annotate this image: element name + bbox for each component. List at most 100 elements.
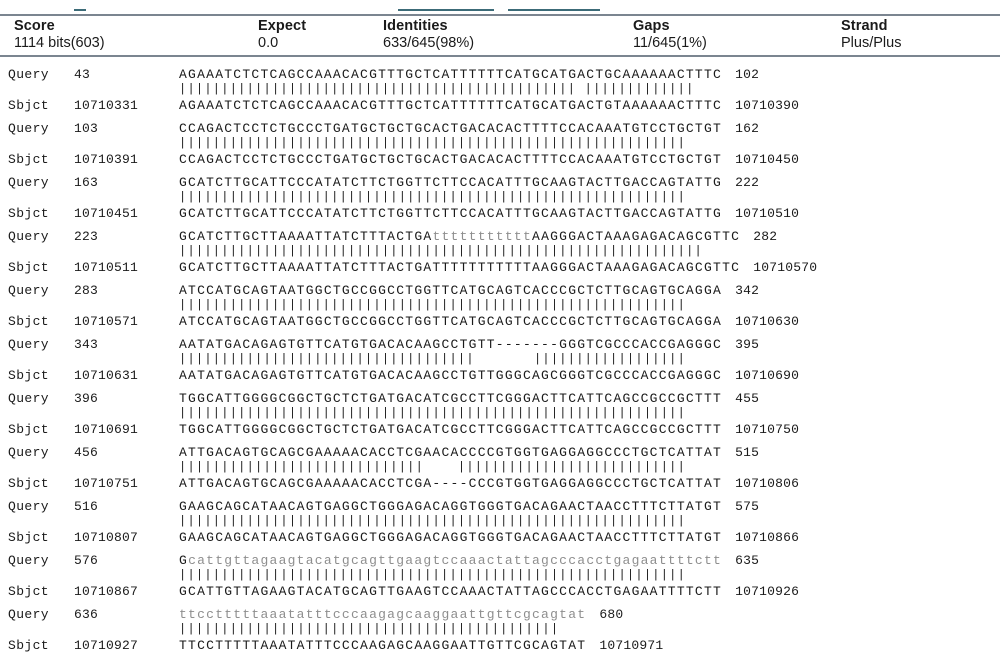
subject-start-position: 10710391	[74, 152, 139, 167]
alignment-block: Query 576 Gcattgttagaagtacatgcagttgaagtcca…	[8, 552, 1000, 601]
subject-end-position: 10710806	[735, 476, 800, 491]
stats-header-identities: Identities	[383, 18, 448, 34]
query-end-position: 635	[735, 553, 760, 568]
subject-label: Sbjct	[8, 530, 50, 545]
blast-alignment-page: Score Expect Identities Gaps Strand 1114…	[0, 0, 1000, 666]
query-label: Query	[8, 607, 50, 622]
query-start-position: 576	[74, 553, 99, 568]
alignment-block: Query 163 GCATCTTGCATTCCCATATCTTCTGGTTCTTC…	[8, 174, 1000, 223]
subject-sequence: TGGCATTGGGGCGGCTGCTCTGATGACATCGCCTTCGGGA…	[179, 422, 723, 437]
query-end-position: 282	[753, 229, 778, 244]
query-start-position: 283	[74, 283, 99, 298]
stats-header-expect: Expect	[258, 18, 307, 34]
subject-line: Sbjct 10710391 CCAGACTCCTCTGCCCTGATGCTGCTG…	[8, 151, 1000, 169]
query-start-position: 43	[74, 67, 91, 82]
query-end-position: 455	[735, 391, 760, 406]
subject-start-position: 10710631	[74, 368, 139, 383]
match-midline: ||||||||||||||||||||||||||||||||||||||||…	[8, 406, 1000, 421]
stats-value-row: 1114 bits(603) 0.0 633/645(98%) 11/645(1…	[0, 35, 1000, 52]
subject-line: Sbjct 10710691 TGGCATTGGGGCGGCTGCTCTGATGAC…	[8, 421, 1000, 439]
midline-bars: ||||||||||||||||||||||||||||||||||||||||…	[179, 190, 687, 204]
alignment-stats-table: Score Expect Identities Gaps Strand 1114…	[0, 14, 1000, 57]
query-start-position: 343	[74, 337, 99, 352]
query-start-position: 456	[74, 445, 99, 460]
query-label: Query	[8, 67, 50, 82]
subject-label: Sbjct	[8, 638, 50, 653]
subject-label: Sbjct	[8, 260, 50, 275]
subject-end-position: 10710926	[735, 584, 800, 599]
query-start-position: 223	[74, 229, 99, 244]
masked-sequence-region: ttttttttttt	[432, 229, 533, 244]
query-label: Query	[8, 391, 50, 406]
subject-end-position: 10710570	[753, 260, 818, 275]
query-end-position: 342	[735, 283, 760, 298]
query-start-position: 163	[74, 175, 99, 190]
midline-bars: ||||||||||||||||||||||||||||||||||||||||…	[179, 298, 687, 312]
subject-label: Sbjct	[8, 98, 50, 113]
link-stub-middle[interactable]	[398, 9, 494, 11]
link-stub-left[interactable]	[74, 9, 86, 11]
alignment-blocks: Query 43 AGAAATCTCTCAGCCAAACACGTTTGCTCATTT…	[0, 64, 1000, 655]
subject-line: Sbjct 10710807 GAAGCAGCATAACAGTGAGGCTGGGAG…	[8, 529, 1000, 547]
match-midline: ||||||||||||||||||||||||||||||||||||||||…	[8, 568, 1000, 583]
query-end-position: 575	[735, 499, 760, 514]
subject-label: Sbjct	[8, 422, 50, 437]
stats-value-identities: 633/645(98%)	[383, 35, 475, 51]
query-label: Query	[8, 337, 50, 352]
subject-sequence: GCATCTTGCTTAAAATTATCTTTACTGATTTTTTTTTTTA…	[179, 260, 741, 275]
match-midline: ||||||||||||||||||||||||||||| ||||||||||…	[8, 461, 1000, 475]
match-midline: ||||||||||||||||||||||||||||||||||||||||…	[8, 82, 1000, 97]
midline-bars: ||||||||||||||||||||||||||||||||||||||||…	[179, 514, 687, 528]
subject-label: Sbjct	[8, 584, 50, 599]
query-label: Query	[8, 553, 50, 568]
subject-start-position: 10710867	[74, 584, 139, 599]
match-midline: ||||||||||||||||||||||||||||||||||||||||…	[8, 244, 1000, 259]
subject-end-position: 10710971	[599, 638, 664, 653]
query-label: Query	[8, 445, 50, 460]
subject-end-position: 10710390	[735, 98, 800, 113]
subject-end-position: 10710750	[735, 422, 800, 437]
midline-bars: ||||||||||||||||||||||||||||||||||||||||…	[179, 568, 687, 582]
midline-bars: ||||||||||||||||||||||||||||||||||||||||…	[179, 406, 687, 420]
subject-sequence: CCAGACTCCTCTGCCCTGATGCTGCTGCACTGACACACTT…	[179, 152, 723, 167]
match-midline: ||||||||||||||||||||||||||||||||||||||||…	[8, 136, 1000, 151]
subject-sequence: GCATCTTGCATTCCCATATCTTCTGGTTCTTCCACATTTG…	[179, 206, 723, 221]
query-end-position: 102	[735, 67, 760, 82]
subject-line: Sbjct 10710867 GCATTGTTAGAAGTACATGCAGTTGAA…	[8, 583, 1000, 601]
alignment-block: Query 396 TGGCATTGGGGCGGCTGCTCTGATGACATCGC…	[8, 390, 1000, 439]
query-start-position: 516	[74, 499, 99, 514]
match-midline: ||||||||||||||||||||||||||||||||||||||||…	[8, 514, 1000, 529]
match-midline: ||||||||||||||||||||||||||||||||||||||||…	[8, 298, 1000, 313]
subject-line: Sbjct 10710331 AGAAATCTCTCAGCCAAACACGTTTGC…	[8, 97, 1000, 115]
query-label: Query	[8, 229, 50, 244]
subject-end-position: 10710630	[735, 314, 800, 329]
query-end-position: 162	[735, 121, 760, 136]
midline-bars: ||||||||||||||||||||||||||||||||||||||||…	[179, 136, 687, 150]
midline-bars: ||||||||||||||||||||||||||||||||||||||||…	[179, 82, 695, 96]
subject-label: Sbjct	[8, 152, 50, 167]
subject-start-position: 10710807	[74, 530, 139, 545]
query-start-position: 396	[74, 391, 99, 406]
top-link-stubs	[0, 0, 1000, 14]
midline-bars: ||||||||||||||||||||||||||||||||||||||||…	[179, 622, 560, 636]
link-stub-right[interactable]	[508, 9, 600, 11]
query-label: Query	[8, 175, 50, 190]
subject-start-position: 10710927	[74, 638, 139, 653]
subject-sequence: TTCCTTTTTAAATATTTCCCAAGAGCAAGGAATTGTTCGC…	[179, 638, 587, 653]
stats-header-strand: Strand	[841, 18, 888, 34]
query-end-position: 515	[735, 445, 760, 460]
subject-label: Sbjct	[8, 476, 50, 491]
alignment-block: Query 43 AGAAATCTCTCAGCCAAACACGTTTGCTCATTT…	[8, 66, 1000, 115]
subject-start-position: 10710751	[74, 476, 139, 491]
midline-bars: ||||||||||||||||||||||||||||||||||||||||…	[179, 244, 703, 258]
stats-header-row: Score Expect Identities Gaps Strand	[0, 18, 1000, 35]
subject-end-position: 10710690	[735, 368, 800, 383]
alignment-block: Query 343 AATATGACAGAGTGTTCATGTGACACAAGCCT…	[8, 336, 1000, 385]
match-midline: ||||||||||||||||||||||||||||||||||||||||…	[8, 622, 1000, 637]
subject-sequence: AATATGACAGAGTGTTCATGTGACACAAGCCTGTTGGGCA…	[179, 368, 723, 383]
subject-start-position: 10710571	[74, 314, 139, 329]
stats-value-expect: 0.0	[258, 35, 279, 51]
stats-value-strand: Plus/Plus	[841, 35, 902, 51]
subject-start-position: 10710511	[74, 260, 139, 275]
subject-sequence: AGAAATCTCTCAGCCAAACACGTTTGCTCATTTTTTCATG…	[179, 98, 723, 113]
